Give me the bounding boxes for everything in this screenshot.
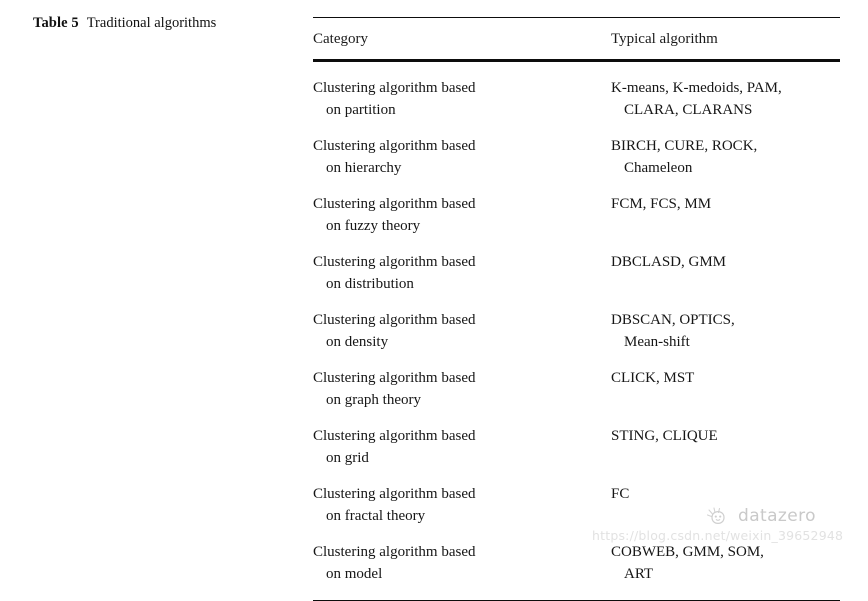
table-cell-typical-algorithm: CLICK, MST bbox=[611, 367, 840, 411]
table-cell-typical-algorithm: COBWEB, GMM, SOM, ART bbox=[611, 541, 840, 585]
cell-line: FCM, FCS, MM bbox=[611, 196, 712, 213]
cell-line: on model bbox=[326, 566, 383, 583]
cell-line: FC bbox=[611, 486, 630, 503]
cell-line: CLICK, MST bbox=[611, 370, 695, 387]
traditional-algorithms-table: Category Typical algorithm Clustering al… bbox=[313, 17, 840, 601]
table-cell-typical-algorithm: STING, CLIQUE bbox=[611, 425, 840, 469]
cell-line: Clustering algorithm based bbox=[313, 428, 476, 445]
table-cell-category: Clustering algorithm based on partition bbox=[313, 77, 611, 121]
table-cell-typical-algorithm: DBSCAN, OPTICS, Mean-shift bbox=[611, 309, 840, 353]
cell-line: Clustering algorithm based bbox=[313, 544, 476, 561]
table-row: Clustering algorithm based on partition K-… bbox=[313, 70, 840, 128]
cell-line: BIRCH, CURE, ROCK, bbox=[611, 138, 758, 155]
cell-line: on hierarchy bbox=[326, 160, 402, 177]
cell-line: DBSCAN, OPTICS, bbox=[611, 312, 735, 329]
cell-line: on graph theory bbox=[326, 392, 421, 409]
cell-line: Clustering algorithm based bbox=[313, 254, 476, 271]
table-cell-category: Clustering algorithm based on fractal the… bbox=[313, 483, 611, 527]
cell-line: K-means, K-medoids, PAM, bbox=[611, 80, 782, 97]
cell-line: Clustering algorithm based bbox=[313, 370, 476, 387]
table-row: Clustering algorithm based on graph theor… bbox=[313, 360, 840, 418]
table-cell-category: Clustering algorithm based on hierarchy bbox=[313, 135, 611, 179]
cell-line: Clustering algorithm based bbox=[313, 312, 476, 329]
table-row: Clustering algorithm based on model COBWEB… bbox=[313, 534, 840, 592]
cell-line: Clustering algorithm based bbox=[313, 80, 476, 97]
table-cell-typical-algorithm: DBCLASD, GMM bbox=[611, 251, 840, 295]
table-cell-category: Clustering algorithm based on graph theor… bbox=[313, 367, 611, 411]
table-cell-typical-algorithm: FCM, FCS, MM bbox=[611, 193, 840, 237]
cell-line: Clustering algorithm based bbox=[313, 138, 476, 155]
column-header-category: Category bbox=[313, 31, 368, 48]
cell-line: Clustering algorithm based bbox=[313, 196, 476, 213]
table-header-row: Category Typical algorithm bbox=[313, 18, 840, 59]
cell-line: on fuzzy theory bbox=[326, 218, 421, 235]
table-cell-category: Clustering algorithm based on model bbox=[313, 541, 611, 585]
cell-line: COBWEB, GMM, SOM, bbox=[611, 544, 764, 561]
table-row: Clustering algorithm based on hierarchy BI… bbox=[313, 128, 840, 186]
cell-line: STING, CLIQUE bbox=[611, 428, 718, 445]
cell-line: Chameleon bbox=[624, 160, 693, 177]
cell-line: on density bbox=[326, 334, 389, 351]
column-header-typical-algorithm: Typical algorithm bbox=[611, 31, 718, 48]
table-caption-label: Table 5 bbox=[33, 15, 79, 31]
cell-line: on fractal theory bbox=[326, 508, 426, 525]
cell-line: CLARA, CLARANS bbox=[624, 102, 753, 119]
table-cell-typical-algorithm: BIRCH, CURE, ROCK, Chameleon bbox=[611, 135, 840, 179]
table-row: Clustering algorithm based on distributio… bbox=[313, 244, 840, 302]
cell-line: on distribution bbox=[326, 276, 414, 293]
table-row: Clustering algorithm based on density DBSC… bbox=[313, 302, 840, 360]
table-cell-category: Clustering algorithm based on grid bbox=[313, 425, 611, 469]
cell-line: DBCLASD, GMM bbox=[611, 254, 727, 271]
cell-line: on grid bbox=[326, 450, 369, 467]
table-caption-title: Traditional algorithms bbox=[86, 15, 217, 31]
cell-line: Mean-shift bbox=[624, 334, 690, 351]
table-cell-category: Clustering algorithm based on density bbox=[313, 309, 611, 353]
table-body: Clustering algorithm based on partition K-… bbox=[313, 62, 840, 600]
cell-line: ART bbox=[624, 566, 654, 583]
table-cell-category: Clustering algorithm based on distributio… bbox=[313, 251, 611, 295]
table-cell-typical-algorithm: K-means, K-medoids, PAM, CLARA, CLARANS bbox=[611, 77, 840, 121]
cell-line: on partition bbox=[326, 102, 396, 119]
cell-line: Clustering algorithm based bbox=[313, 486, 476, 503]
table-row: Clustering algorithm based on grid STING, … bbox=[313, 418, 840, 476]
table-caption: Table 5 Traditional algorithms bbox=[33, 14, 295, 33]
table-row: Clustering algorithm based on fractal the… bbox=[313, 476, 840, 534]
table-row: Clustering algorithm based on fuzzy theor… bbox=[313, 186, 840, 244]
table-cell-typical-algorithm: FC bbox=[611, 483, 840, 527]
table-cell-category: Clustering algorithm based on fuzzy theor… bbox=[313, 193, 611, 237]
